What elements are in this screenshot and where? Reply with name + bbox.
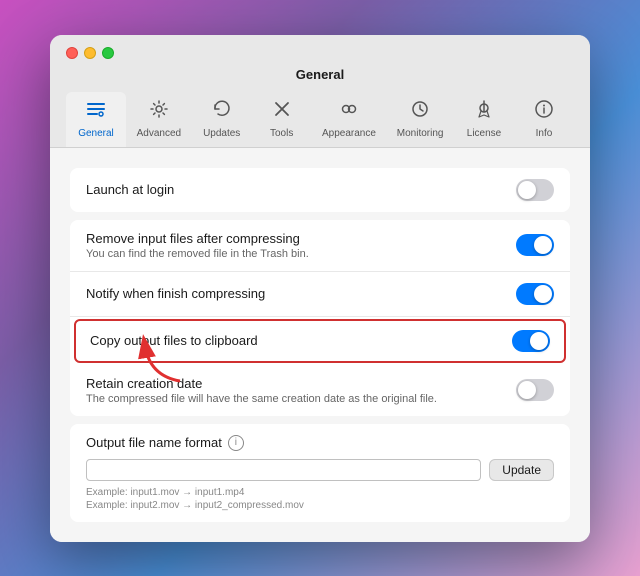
notify-label: Notify when finish compressing bbox=[86, 286, 516, 301]
tab-info-label: Info bbox=[536, 128, 553, 139]
monitoring-icon bbox=[409, 98, 431, 126]
format-label: Output file name format bbox=[86, 435, 222, 450]
tab-bar: General Advanced bbox=[66, 92, 574, 147]
remove-label: Remove input files after compressing bbox=[86, 231, 516, 246]
tab-license[interactable]: License bbox=[454, 92, 514, 147]
tab-license-label: License bbox=[467, 128, 501, 139]
retain-date-text: Retain creation date The compressed file… bbox=[86, 376, 516, 405]
close-button[interactable] bbox=[66, 47, 78, 59]
appearance-icon bbox=[338, 98, 360, 126]
tab-info[interactable]: Info bbox=[514, 92, 574, 147]
tab-monitoring-label: Monitoring bbox=[397, 128, 444, 139]
notify-text: Notify when finish compressing bbox=[86, 286, 516, 301]
remove-toggle[interactable] bbox=[516, 234, 554, 256]
retain-sublabel: The compressed file will have the same c… bbox=[86, 393, 516, 405]
tab-monitoring[interactable]: Monitoring bbox=[386, 92, 454, 147]
setting-notify: Notify when finish compressing bbox=[70, 272, 570, 317]
update-button[interactable]: Update bbox=[489, 459, 554, 481]
window-title: General bbox=[296, 67, 344, 82]
setting-copy-output: Copy output files to clipboard bbox=[74, 319, 566, 363]
format-input-field[interactable] bbox=[86, 459, 481, 481]
tab-appearance-label: Appearance bbox=[322, 128, 376, 139]
remove-input-text: Remove input files after compressing You… bbox=[86, 231, 516, 260]
setting-group-2: Remove input files after compressing You… bbox=[70, 220, 570, 416]
info-icon bbox=[533, 98, 555, 126]
launch-label: Launch at login bbox=[86, 182, 516, 197]
format-section: Output file name format i Update Example… bbox=[70, 424, 570, 522]
tab-advanced-label: Advanced bbox=[137, 128, 181, 139]
updates-icon bbox=[211, 98, 233, 126]
launch-toggle[interactable] bbox=[516, 179, 554, 201]
tools-icon bbox=[271, 98, 293, 126]
minimize-button[interactable] bbox=[84, 47, 96, 59]
title-bar: General General bbox=[50, 35, 590, 148]
format-header: Output file name format i bbox=[86, 435, 554, 451]
example-1: Example: input1.mov → input1.mp4 bbox=[86, 487, 554, 498]
setting-launch-text: Launch at login bbox=[86, 182, 516, 197]
remove-sublabel: You can find the removed file in the Tra… bbox=[86, 248, 516, 260]
tab-updates[interactable]: Updates bbox=[192, 92, 252, 147]
content-area: Launch at login Remove input files after… bbox=[50, 148, 590, 542]
copy-toggle[interactable] bbox=[512, 330, 550, 352]
tab-tools-label: Tools bbox=[270, 128, 293, 139]
tab-appearance[interactable]: Appearance bbox=[312, 92, 387, 147]
setting-remove-input: Remove input files after compressing You… bbox=[70, 220, 570, 272]
info-icon-button[interactable]: i bbox=[228, 435, 244, 451]
setting-group-1: Launch at login bbox=[70, 168, 570, 212]
traffic-lights bbox=[66, 47, 114, 59]
general-icon bbox=[85, 98, 107, 126]
example-2: Example: input2.mov → input2_compressed.… bbox=[86, 500, 554, 511]
retain-label: Retain creation date bbox=[86, 376, 516, 391]
main-window: General General bbox=[50, 35, 590, 542]
content-inner: Launch at login Remove input files after… bbox=[70, 168, 570, 522]
tab-updates-label: Updates bbox=[203, 128, 240, 139]
tab-advanced[interactable]: Advanced bbox=[126, 92, 192, 147]
tab-general[interactable]: General bbox=[66, 92, 126, 147]
copy-output-label: Copy output files to clipboard bbox=[90, 333, 512, 348]
format-input-row: Update bbox=[86, 459, 554, 481]
tab-tools[interactable]: Tools bbox=[252, 92, 312, 147]
setting-retain-date: Retain creation date The compressed file… bbox=[70, 365, 570, 416]
copy-output-text: Copy output files to clipboard bbox=[90, 333, 512, 348]
license-icon bbox=[473, 98, 495, 126]
retain-toggle[interactable] bbox=[516, 379, 554, 401]
notify-toggle[interactable] bbox=[516, 283, 554, 305]
setting-launch-at-login: Launch at login bbox=[70, 168, 570, 212]
tab-general-label: General bbox=[78, 128, 114, 139]
advanced-icon bbox=[148, 98, 170, 126]
maximize-button[interactable] bbox=[102, 47, 114, 59]
